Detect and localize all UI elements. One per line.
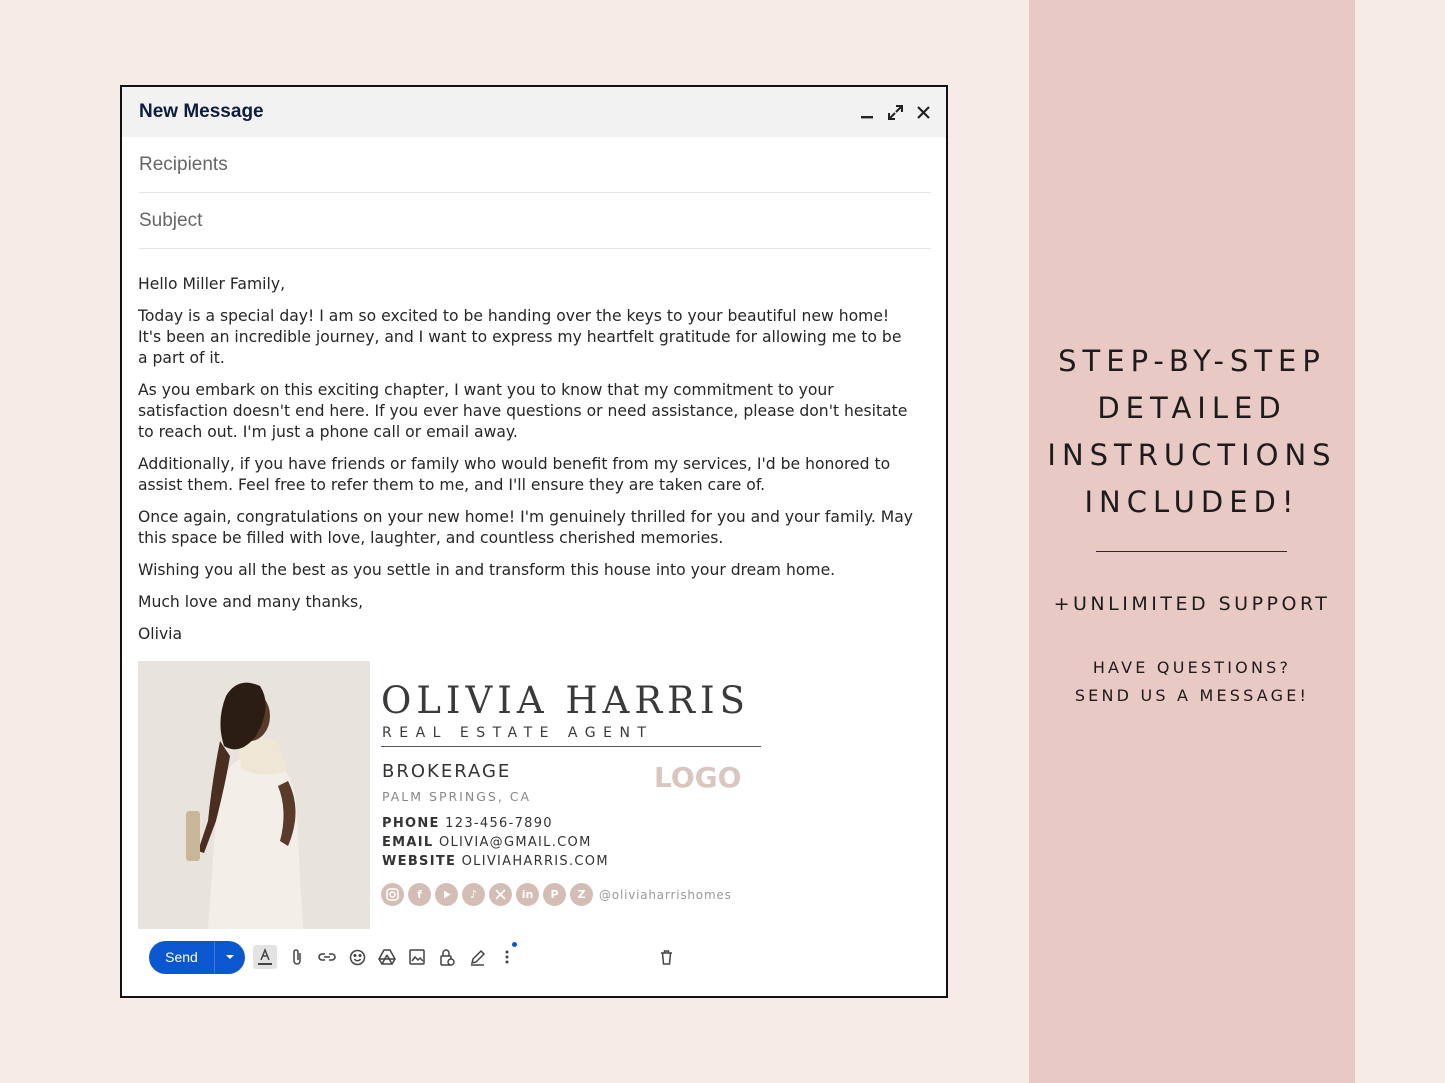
signature-pen-icon[interactable] (467, 947, 487, 967)
compose-window: New Message Recipients Subject Hello Mil… (120, 85, 948, 998)
recipients-field[interactable]: Recipients (139, 137, 931, 193)
send-button[interactable]: Send (149, 940, 215, 974)
promo-questions-line-2: SEND US A MESSAGE! (1074, 686, 1310, 705)
agent-photo (138, 661, 370, 929)
signature-email: EMAIL OLIVIA@GMAIL.COM (382, 835, 592, 850)
compose-toolbar: Send (149, 940, 929, 974)
promo-divider (1096, 551, 1287, 552)
message-body[interactable]: Hello Miller Family, Today is a special … (122, 249, 946, 645)
notification-dot (512, 942, 517, 947)
signature-name: OLIVIA HARRIS (381, 679, 751, 722)
youtube-icon[interactable] (435, 883, 458, 906)
signature-phone: PHONE 123-456-7890 (382, 816, 553, 831)
window-controls (858, 103, 932, 121)
phone-label: PHONE (382, 816, 440, 831)
linkedin-icon[interactable]: in (516, 883, 539, 906)
link-icon[interactable] (317, 947, 337, 967)
zillow-icon[interactable]: Z (570, 883, 593, 906)
formatting-icons (253, 942, 517, 969)
signature-role: REAL ESTATE AGENT (382, 725, 654, 741)
x-icon[interactable] (489, 883, 512, 906)
social-icons-row: f ♪ in P Z @oliviaharrishomes (381, 883, 732, 906)
website-label: WEBSITE (382, 854, 457, 869)
promo-heading-line-4: INCLUDED! (1084, 485, 1300, 519)
send-options-button[interactable] (215, 941, 245, 974)
more-options-icon[interactable] (497, 942, 517, 967)
body-paragraph-1: Today is a special day! I am so excited … (138, 307, 902, 367)
promo-panel: STEP-BY-STEP DETAILED INSTRUCTIONS INCLU… (1029, 0, 1355, 1083)
drive-icon[interactable] (377, 947, 397, 967)
emoji-icon[interactable] (347, 947, 367, 967)
signature-brokerage: BROKERAGE (382, 761, 512, 782)
subject-field[interactable]: Subject (139, 193, 931, 249)
recipients-placeholder: Recipients (139, 153, 228, 175)
social-handle[interactable]: @oliviaharrishomes (599, 888, 732, 902)
promo-support: +UNLIMITED SUPPORT (1053, 593, 1331, 615)
send-button-group: Send (149, 940, 245, 974)
promo-questions-line-1: HAVE QUESTIONS? (1092, 658, 1292, 677)
signature-logo: LOGO (654, 761, 742, 794)
closing: Much love and many thanks, (138, 593, 364, 611)
greeting: Hello Miller Family, (138, 275, 286, 293)
sender-name: Olivia (138, 625, 183, 643)
tiktok-icon[interactable]: ♪ (462, 883, 485, 906)
attach-icon[interactable] (287, 947, 307, 967)
close-icon[interactable] (914, 103, 932, 121)
facebook-icon[interactable]: f (408, 883, 431, 906)
confidential-mode-icon[interactable] (437, 947, 457, 967)
signature-divider (381, 746, 761, 747)
body-paragraph-3: Additionally, if you have friends or fam… (138, 455, 891, 494)
signature-website: WEBSITE OLIVIAHARRIS.COM (382, 854, 609, 869)
signature-location: PALM SPRINGS, CA (382, 789, 532, 804)
promo-heading-line-1: STEP-BY-STEP (1058, 344, 1326, 378)
minimize-icon[interactable] (858, 103, 876, 121)
email-value[interactable]: OLIVIA@GMAIL.COM (439, 835, 592, 850)
promo-questions: HAVE QUESTIONS? SEND US A MESSAGE! (1029, 654, 1355, 710)
subject-placeholder: Subject (139, 209, 203, 231)
instagram-icon[interactable] (381, 883, 404, 906)
text-format-icon[interactable] (253, 945, 277, 969)
compose-header: New Message (122, 87, 946, 137)
body-paragraph-4: Once again, congratulations on your new … (138, 508, 913, 547)
body-paragraph-2: As you embark on this exciting chapter, … (138, 381, 908, 441)
website-value[interactable]: OLIVIAHARRIS.COM (462, 854, 609, 869)
body-paragraph-5: Wishing you all the best as you settle i… (138, 561, 836, 579)
promo-heading-line-3: INSTRUCTIONS (1047, 438, 1337, 472)
email-label: EMAIL (382, 835, 434, 850)
promo-heading-line-2: DETAILED (1097, 391, 1287, 425)
pinterest-icon[interactable]: P (543, 883, 566, 906)
trash-icon[interactable] (656, 947, 676, 967)
email-signature: OLIVIA HARRIS REAL ESTATE AGENT BROKERAG… (138, 661, 778, 929)
promo-heading: STEP-BY-STEP DETAILED INSTRUCTIONS INCLU… (1029, 338, 1355, 526)
insert-photo-icon[interactable] (407, 947, 427, 967)
expand-icon[interactable] (886, 103, 904, 121)
phone-value: 123-456-7890 (445, 816, 553, 831)
compose-title: New Message (139, 101, 264, 122)
